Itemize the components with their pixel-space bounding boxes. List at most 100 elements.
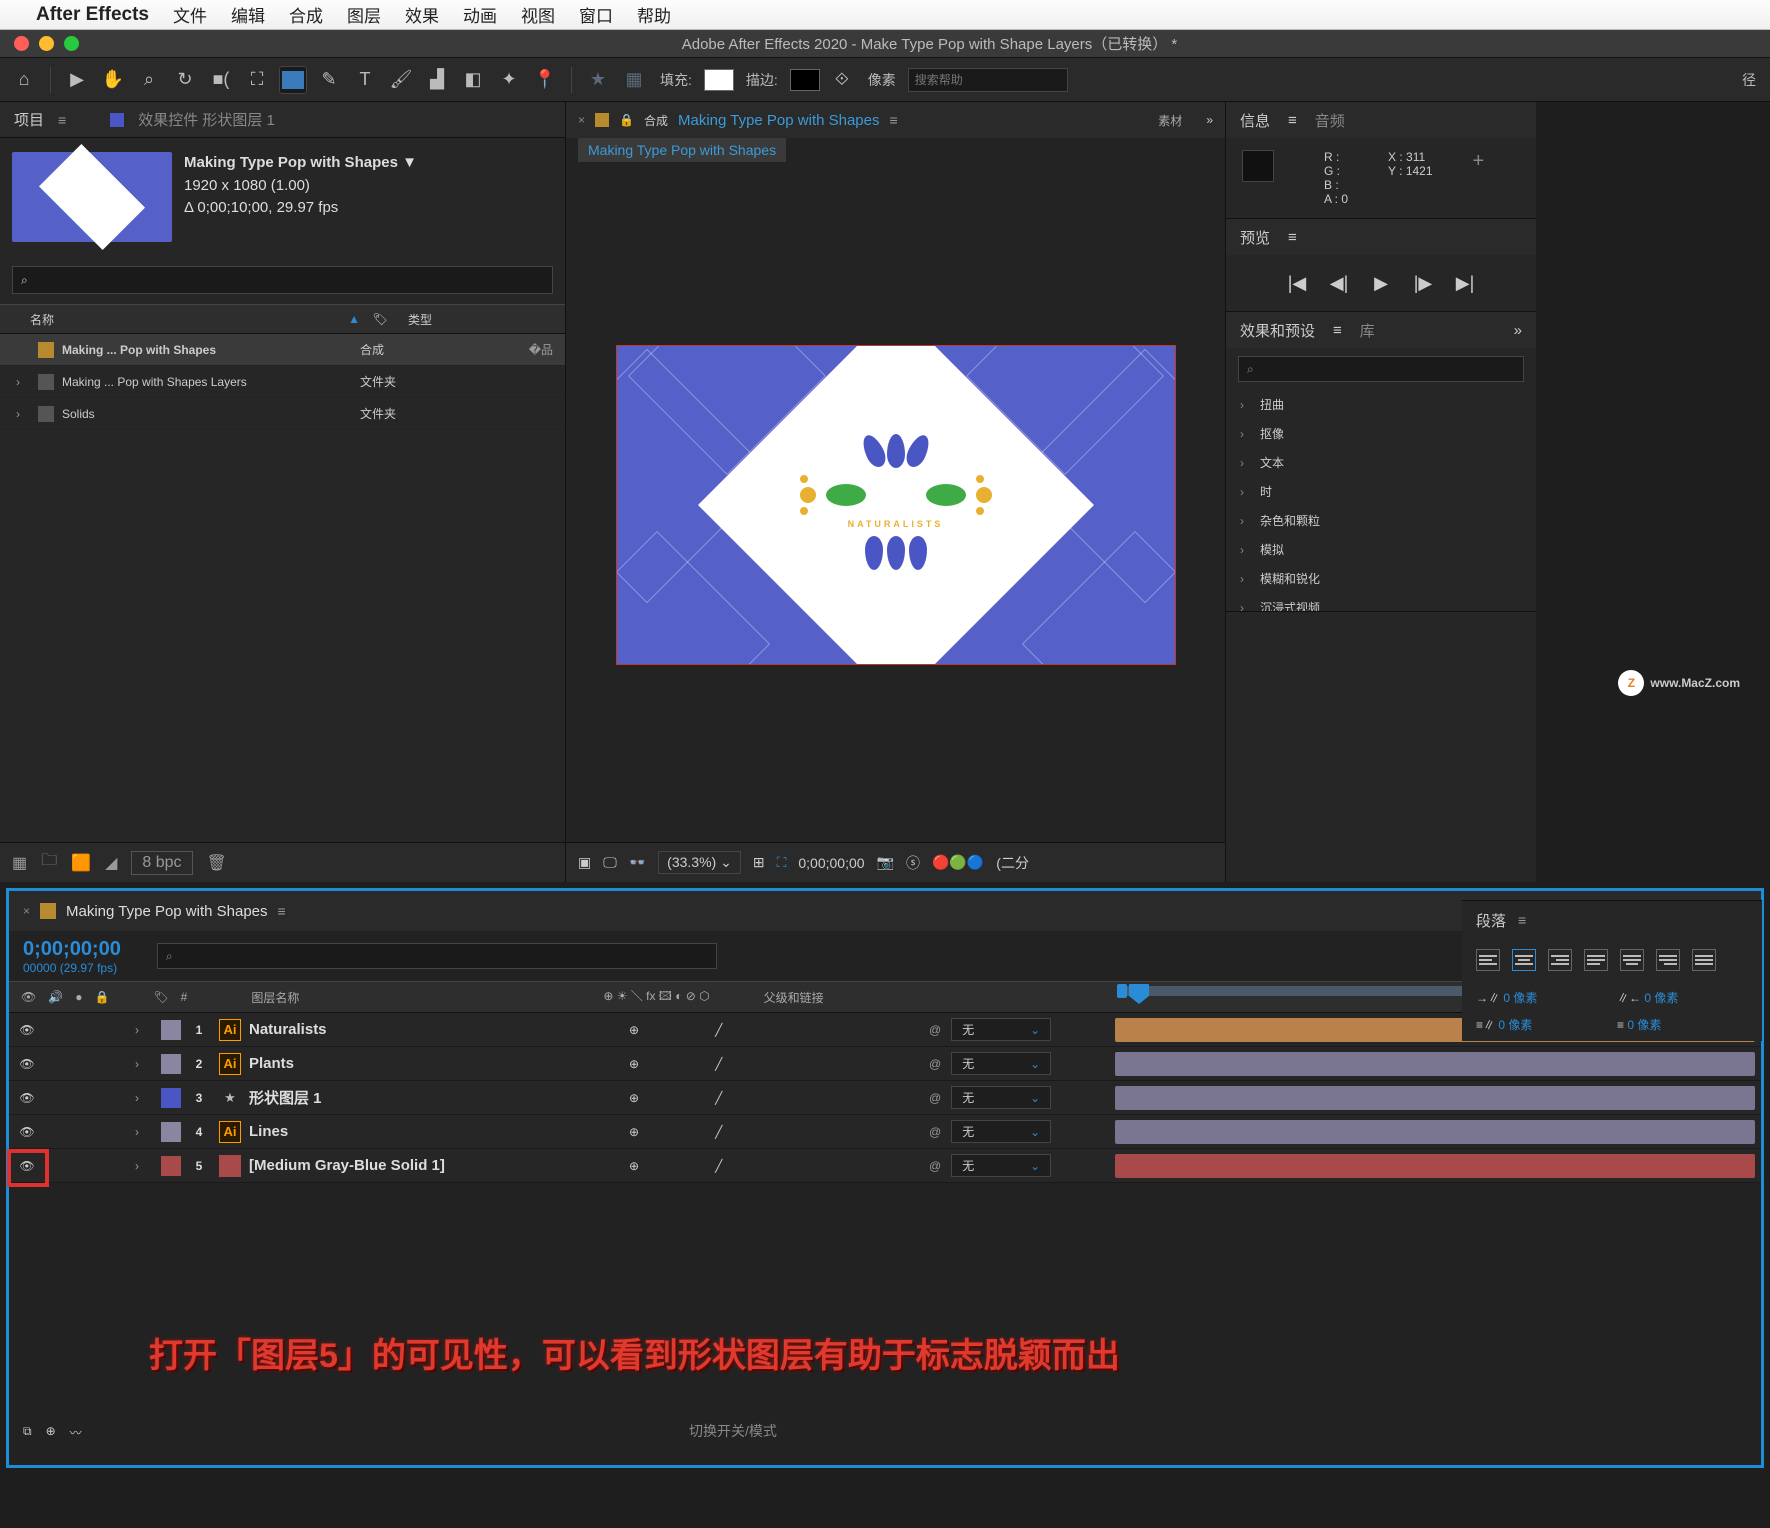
text-tool-icon[interactable]: T: [351, 66, 379, 94]
twirl-icon[interactable]: ›: [135, 1023, 155, 1037]
timeline-comp-name[interactable]: Making Type Pop with Shapes: [66, 903, 268, 920]
project-search[interactable]: ⌕: [12, 266, 553, 294]
menu-layer[interactable]: 图层: [347, 2, 381, 27]
expand-icon[interactable]: »: [1206, 113, 1213, 127]
layer-bar[interactable]: [1115, 1086, 1755, 1110]
visibility-toggle[interactable]: 👁: [9, 1125, 45, 1139]
justify-all-icon[interactable]: [1692, 949, 1716, 971]
toggle-icon[interactable]: ⧉: [23, 1424, 32, 1441]
fx-category[interactable]: ›模糊和锐化: [1226, 564, 1536, 593]
space-before[interactable]: ≡ 0 像素: [1617, 1016, 1748, 1033]
layer-bar[interactable]: [1115, 1052, 1755, 1076]
app-name[interactable]: After Effects: [36, 4, 149, 26]
col-number[interactable]: #: [181, 990, 188, 1004]
layer-row[interactable]: 👁›4AiLines⊕╱@无 ⌄: [9, 1115, 1761, 1149]
twirl-icon[interactable]: ›: [135, 1091, 155, 1105]
library-tab[interactable]: 库: [1360, 320, 1375, 341]
label-color[interactable]: [161, 1088, 181, 1108]
last-frame-icon[interactable]: ▶|: [1453, 271, 1477, 295]
color-icon[interactable]: 🔴🟢🔵: [932, 854, 984, 871]
indent-right[interactable]: ∥← 0 像素: [1617, 989, 1748, 1006]
trash-icon[interactable]: 🗑: [207, 853, 227, 873]
fx-category[interactable]: ›模拟: [1226, 535, 1536, 564]
playhead[interactable]: [1129, 984, 1149, 1004]
viewport[interactable]: NATURALISTS: [566, 168, 1225, 842]
comp-title[interactable]: Making Type Pop with Shapes ▼: [184, 152, 417, 175]
canvas[interactable]: NATURALISTS: [616, 345, 1176, 665]
stroke-swatch[interactable]: [790, 69, 820, 91]
twirl-icon[interactable]: ›: [135, 1159, 155, 1173]
bpc-button[interactable]: 8 bpc: [131, 851, 192, 875]
hand-tool-icon[interactable]: ✋: [99, 66, 127, 94]
indent-left[interactable]: →∥ 0 像素: [1476, 989, 1607, 1006]
paragraph-tab[interactable]: 段落: [1476, 910, 1506, 931]
pickwhip-icon[interactable]: @: [929, 1091, 941, 1105]
weibo-icon[interactable]: ⓢ: [906, 853, 920, 873]
expand-icon[interactable]: ⊕: [46, 1424, 56, 1441]
snapshot-icon[interactable]: 📷: [877, 854, 894, 871]
audio-tab[interactable]: 音频: [1315, 110, 1345, 131]
layer-bar[interactable]: [1115, 1154, 1755, 1178]
project-item-folder[interactable]: ›Making ... Pop with Shapes Layers 文件夹: [0, 366, 565, 398]
zoom-button[interactable]: [64, 36, 79, 51]
lock-icon[interactable]: 🔒: [619, 113, 634, 127]
project-item-comp[interactable]: Making ... Pop with Shapes 合成 �品: [0, 334, 565, 366]
layer-name[interactable]: Plants: [249, 1055, 629, 1072]
eye-icon[interactable]: 👁: [21, 990, 36, 1004]
next-frame-icon[interactable]: |▶: [1411, 271, 1435, 295]
layer-row[interactable]: 👁›2AiPlants⊕╱@无 ⌄: [9, 1047, 1761, 1081]
menu-effect[interactable]: 效果: [405, 2, 439, 27]
fx-category[interactable]: ›扭曲: [1226, 390, 1536, 419]
roto-tool-icon[interactable]: ✦: [495, 66, 523, 94]
eraser-tool-icon[interactable]: ◧: [459, 66, 487, 94]
clone-tool-icon[interactable]: ▟: [423, 66, 451, 94]
twirl-icon[interactable]: ›: [135, 1057, 155, 1071]
layer-row[interactable]: 👁›3★形状图层 1⊕╱@无 ⌄: [9, 1081, 1761, 1115]
panel-menu-icon[interactable]: ≡: [278, 903, 286, 919]
label-color[interactable]: [161, 1122, 181, 1142]
pickwhip-icon[interactable]: @: [929, 1125, 941, 1139]
parent-dropdown[interactable]: 无 ⌄: [951, 1154, 1051, 1177]
justify-left-icon[interactable]: [1584, 949, 1608, 971]
adjust-icon[interactable]: ◢: [105, 853, 117, 873]
orbit-tool-icon[interactable]: ↻: [171, 66, 199, 94]
brush-tool-icon[interactable]: 🖌: [387, 66, 415, 94]
fx-category[interactable]: ›文本: [1226, 448, 1536, 477]
tag-icon[interactable]: 🏷: [360, 312, 400, 326]
bezier-icon[interactable]: ▦: [620, 66, 648, 94]
justify-right-icon[interactable]: [1656, 949, 1680, 971]
project-tab[interactable]: 项目: [12, 105, 46, 134]
lock-icon[interactable]: 🔒: [94, 990, 109, 1004]
menu-view[interactable]: 视图: [521, 2, 555, 27]
close-button[interactable]: [14, 36, 29, 51]
menu-anim[interactable]: 动画: [463, 2, 497, 27]
rectangle-tool-icon[interactable]: [279, 66, 307, 94]
curves-icon[interactable]: 〰: [70, 1424, 82, 1441]
col-parent[interactable]: 父级和链接: [764, 989, 824, 1006]
comp-tab-name[interactable]: Making Type Pop with Shapes: [678, 112, 880, 129]
layer-row[interactable]: 👁›5[Medium Gray-Blue Solid 1]⊕╱@无 ⌄: [9, 1149, 1761, 1183]
col-type[interactable]: 类型: [400, 311, 432, 328]
stroke-width-icon[interactable]: ⟐: [828, 66, 856, 94]
pickwhip-icon[interactable]: @: [929, 1159, 941, 1173]
switch-mode-toggle[interactable]: 切换开关/模式: [689, 1421, 777, 1441]
search-help-input[interactable]: [908, 68, 1068, 92]
timeline-search[interactable]: ⌕: [157, 943, 717, 969]
menu-file[interactable]: 文件: [173, 2, 207, 27]
fx-tab[interactable]: 效果和预设: [1240, 320, 1315, 341]
grid-icon[interactable]: ⊞: [753, 854, 765, 871]
menu-window[interactable]: 窗口: [579, 2, 613, 27]
visibility-toggle[interactable]: 👁: [9, 1057, 45, 1071]
pickwhip-icon[interactable]: @: [929, 1023, 941, 1037]
effect-controls-tab[interactable]: 效果控件 形状图层 1: [136, 105, 277, 134]
align-left-icon[interactable]: [1476, 949, 1500, 971]
solo-icon[interactable]: ●: [75, 990, 82, 1004]
fill-swatch[interactable]: [704, 69, 734, 91]
pen-tool-icon[interactable]: ✎: [315, 66, 343, 94]
pickwhip-icon[interactable]: @: [929, 1057, 941, 1071]
layer-name[interactable]: Naturalists: [249, 1021, 629, 1038]
preview-tab[interactable]: 预览: [1240, 227, 1270, 248]
timecode-display[interactable]: 0;00;00;00: [798, 855, 864, 871]
newcomp-icon[interactable]: 🟧: [71, 853, 91, 873]
parent-dropdown[interactable]: 无 ⌄: [951, 1086, 1051, 1109]
